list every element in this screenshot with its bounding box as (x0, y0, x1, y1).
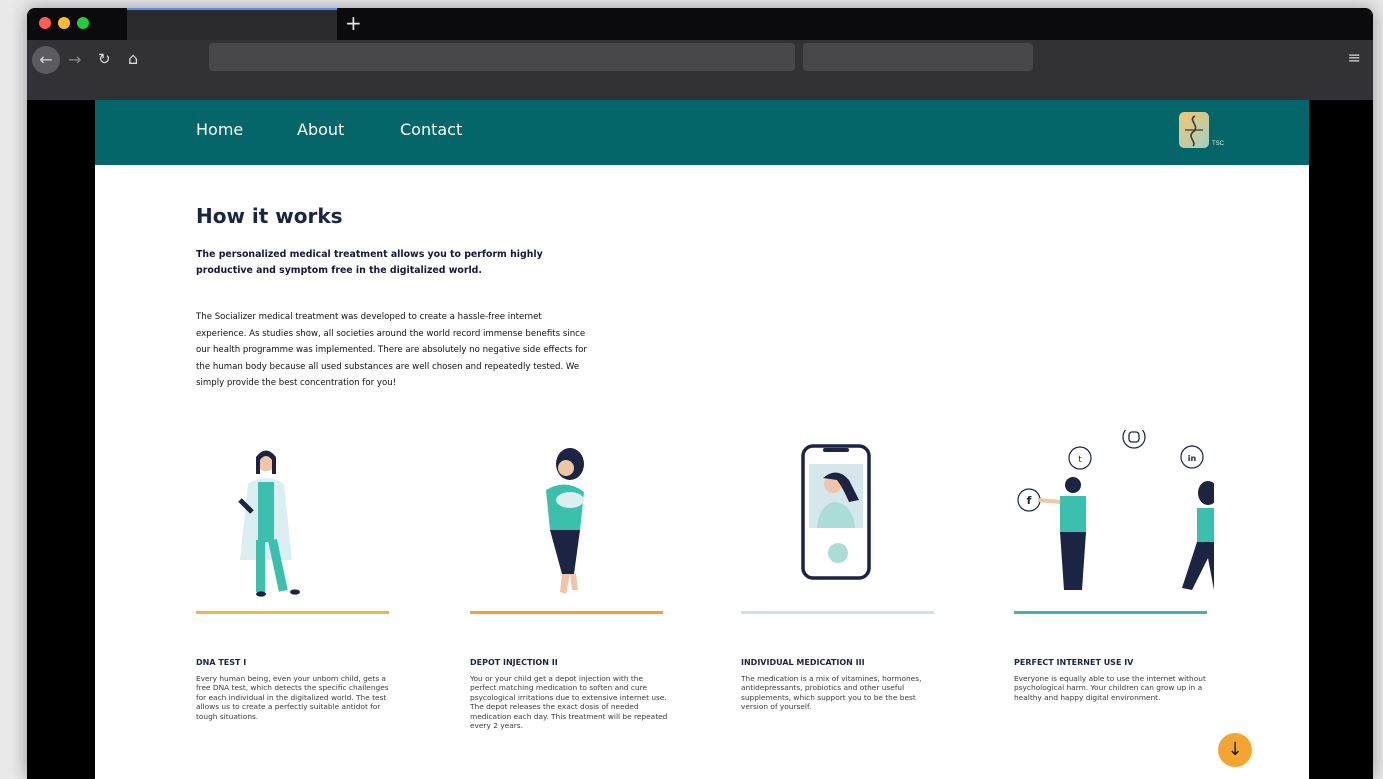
card-divider (741, 611, 934, 614)
phone-video-call-illustration (801, 444, 871, 580)
card-text: Everyone is equally able to use the inte… (1014, 674, 1206, 702)
scroll-down-button[interactable]: ↓ (1218, 733, 1252, 767)
url-input[interactable] (209, 43, 795, 71)
step-card-perfect-internet-use: f t in PERFECT INTERNET USE IV Everyone … (1014, 430, 1214, 770)
card-title: DEPOT INJECTION II (470, 658, 558, 667)
nav-link-contact[interactable]: Contact (400, 120, 462, 139)
site-logo[interactable] (1179, 112, 1209, 148)
card-title: PERFECT INTERNET USE IV (1014, 658, 1134, 667)
step-card-depot-injection: DEPOT INJECTION II You or your child get… (470, 440, 670, 770)
new-tab-button[interactable]: + (345, 12, 362, 34)
card-divider (1014, 611, 1207, 614)
card-title: INDIVIDUAL MEDICATION III (741, 658, 865, 667)
arrow-down-icon: ↓ (1227, 739, 1243, 760)
doctor-illustration (238, 450, 300, 597)
people-social-media-illustration: f t in (1017, 430, 1214, 590)
nav-link-home[interactable]: Home (196, 120, 243, 139)
tab-bar: + (27, 8, 1373, 40)
step-card-individual-medication: INDIVIDUAL MEDICATION III The medication… (741, 440, 941, 770)
logo-mark-icon (1185, 115, 1203, 147)
card-divider (470, 611, 663, 614)
card-text: The medication is a mix of vitamines, ho… (741, 674, 922, 712)
back-arrow-icon[interactable]: ← (32, 46, 60, 74)
forward-arrow-icon[interactable]: → (68, 50, 81, 69)
svg-text:f: f (1027, 494, 1032, 507)
card-title: DNA TEST I (196, 658, 247, 667)
home-icon[interactable]: ⌂ (128, 49, 138, 68)
lead-paragraph: The personalized medical treatment allow… (196, 249, 543, 276)
close-window-button[interactable] (39, 17, 51, 29)
logo-subtitle: TSC (1212, 141, 1224, 147)
hamburger-menu-icon[interactable]: ≡ (1348, 48, 1361, 67)
card-text: Every human being, even your unborn chil… (196, 674, 389, 721)
active-tab[interactable] (127, 8, 337, 40)
step-card-dna-test: DNA TEST I Every human being, even your … (196, 440, 396, 770)
web-page: Home About Contact TSC How it works The … (95, 100, 1309, 779)
search-input[interactable] (803, 43, 1033, 71)
mother-baby-illustration (546, 448, 584, 594)
svg-text:in: in (1188, 454, 1197, 463)
body-paragraph: The Socializer medical treatment was dev… (196, 312, 587, 388)
page-title: How it works (196, 204, 343, 228)
maximize-window-button[interactable] (77, 17, 89, 29)
reload-icon[interactable]: ↻ (98, 50, 111, 68)
browser-window: + ← → ↻ ⌂ ≡ Home About Contact TSC How i… (27, 8, 1373, 779)
svg-text:t: t (1078, 455, 1082, 465)
card-divider (196, 611, 389, 614)
site-header: Home About Contact TSC (95, 100, 1309, 165)
nav-link-about[interactable]: About (297, 120, 344, 139)
browser-toolbar: ← → ↻ ⌂ ≡ (27, 40, 1373, 100)
minimize-window-button[interactable] (58, 17, 70, 29)
card-text: You or your child get a depot injection … (470, 674, 668, 731)
